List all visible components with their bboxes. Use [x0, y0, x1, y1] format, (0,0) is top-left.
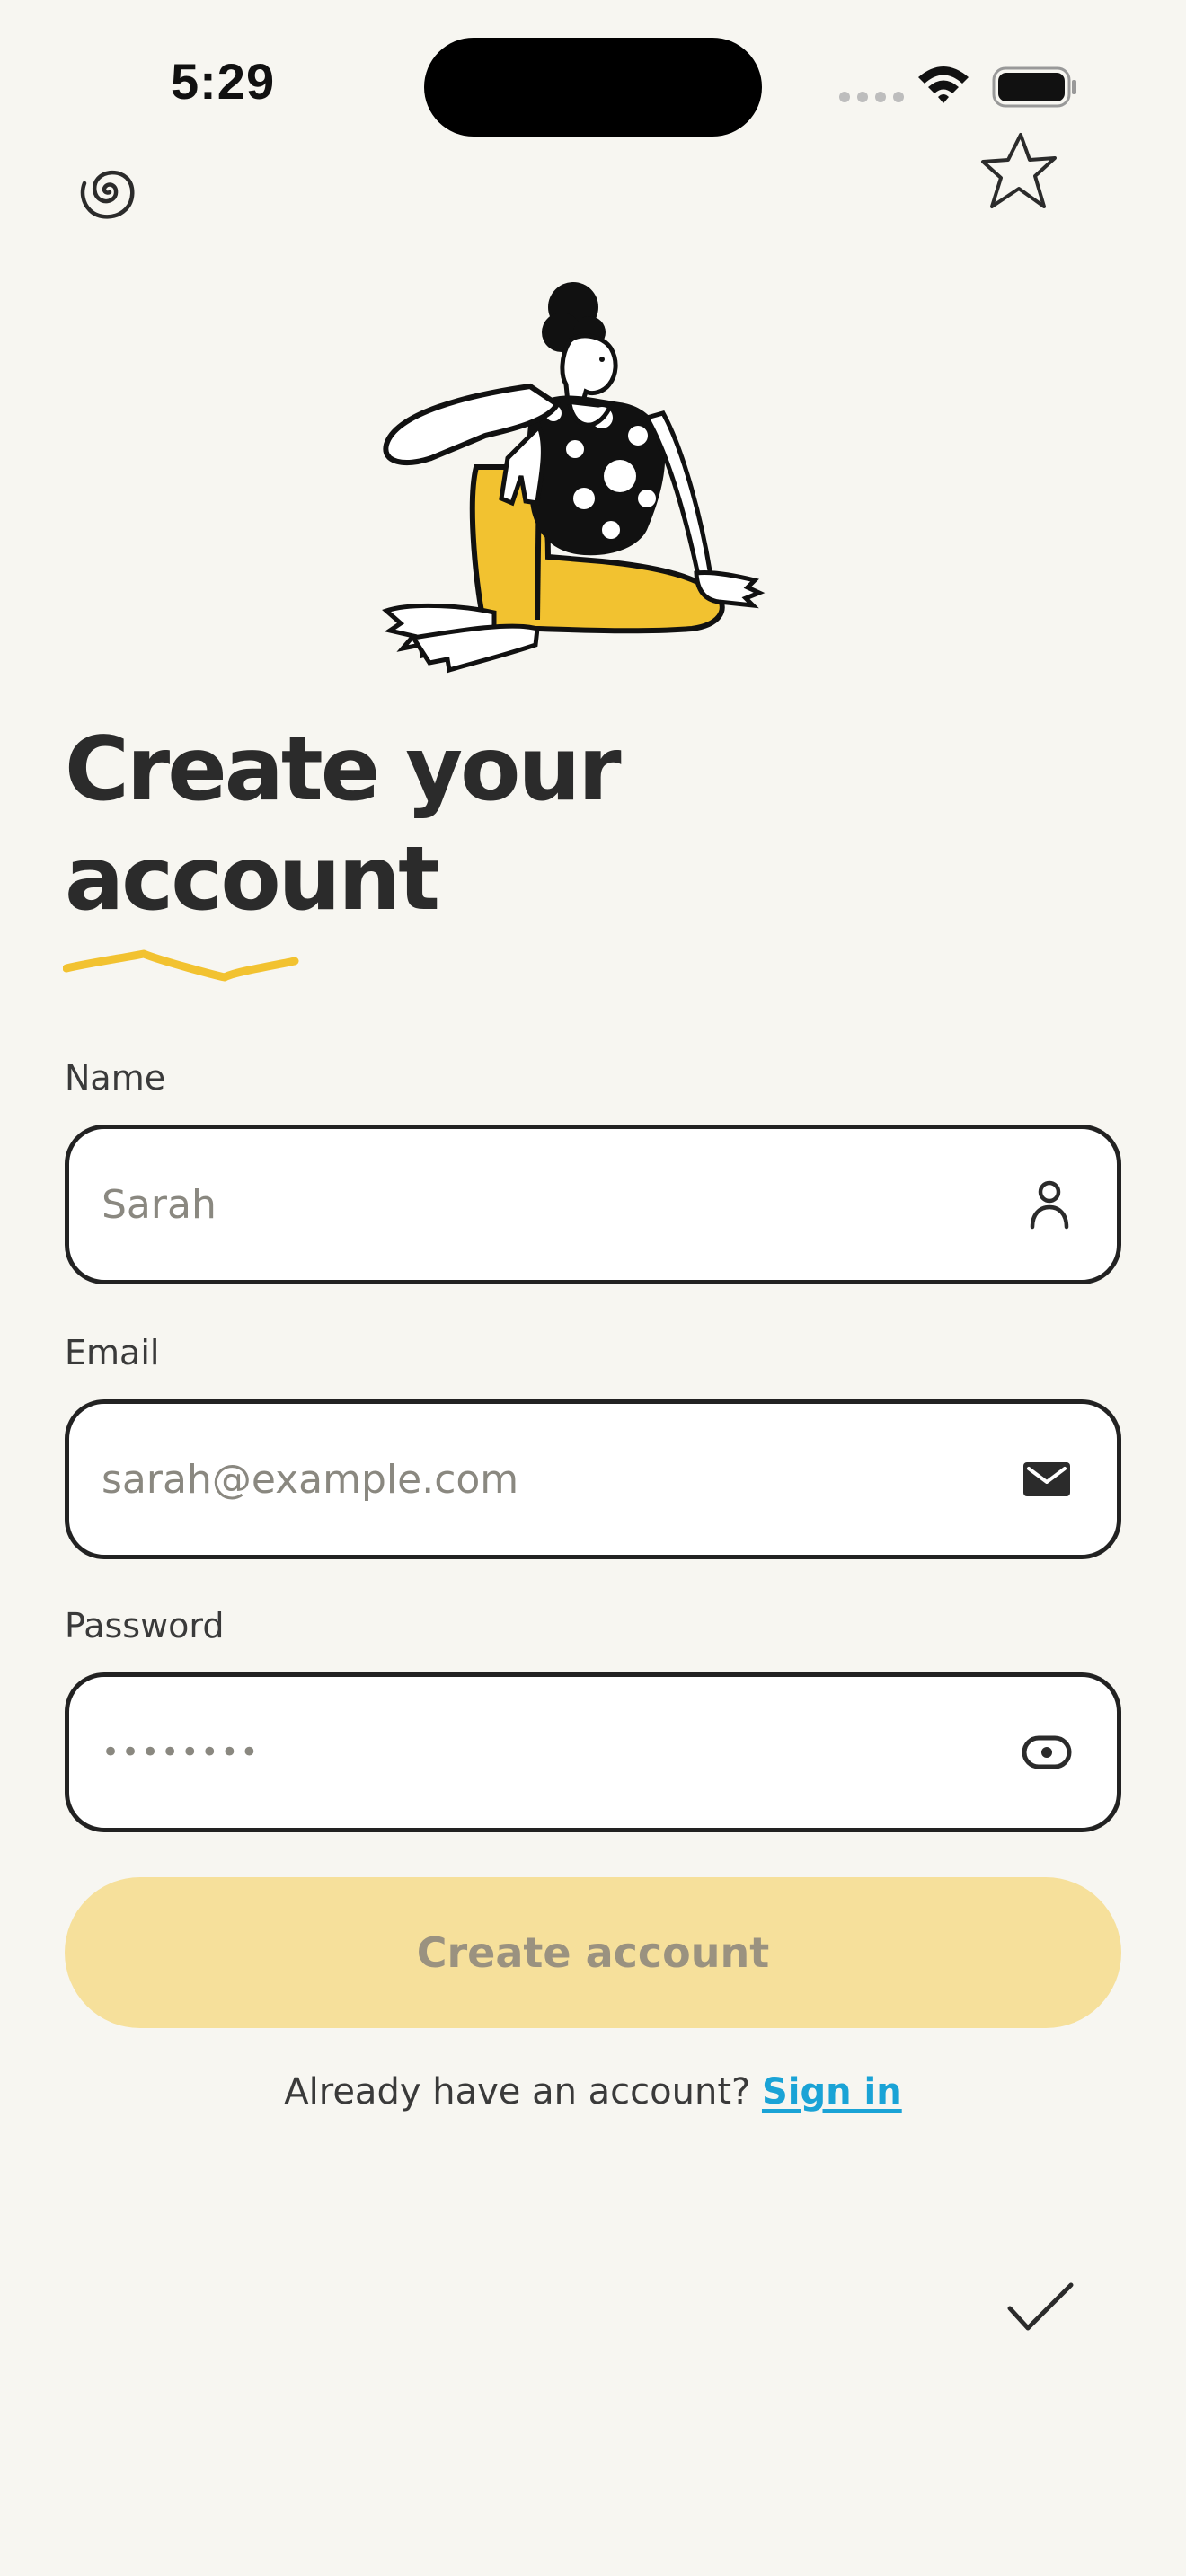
password-field[interactable]: [65, 1672, 1121, 1832]
page-title: Create your account: [65, 715, 783, 934]
dynamic-island: [424, 38, 762, 137]
title-line-2: account: [65, 828, 440, 931]
create-account-button[interactable]: Create account: [65, 1877, 1121, 2028]
signup-screen: 5:29 Create your account Name Sarah Emai…: [0, 0, 1186, 2576]
password-label: Password: [65, 1606, 225, 1645]
name-field[interactable]: [65, 1125, 1121, 1284]
wifi-icon: [918, 66, 969, 103]
email-field[interactable]: [65, 1399, 1121, 1559]
battery-icon: [992, 66, 1076, 108]
password-input[interactable]: [102, 1677, 982, 1828]
name-input[interactable]: [102, 1129, 982, 1280]
person-icon: [1030, 1180, 1069, 1230]
checkmark-icon[interactable]: [1006, 2281, 1075, 2335]
title-underline-squiggle: [63, 949, 299, 982]
mail-icon: [1023, 1462, 1070, 1496]
cellular-signal-icon: [839, 92, 904, 102]
star-icon[interactable]: [979, 131, 1058, 212]
signin-prompt: Already have an account? Sign in: [0, 2071, 1186, 2113]
email-input[interactable]: [102, 1404, 982, 1555]
status-time: 5:29: [171, 53, 276, 110]
signin-prompt-text: Already have an account?: [284, 2071, 751, 2113]
spiral-icon[interactable]: [75, 158, 140, 225]
email-label: Email: [65, 1333, 160, 1372]
eye-icon[interactable]: [1022, 1734, 1072, 1770]
sitting-woman-illustration: [382, 282, 766, 674]
name-label: Name: [65, 1058, 166, 1098]
sign-in-link[interactable]: Sign in: [762, 2071, 902, 2113]
title-line-1: Create your: [65, 719, 622, 821]
